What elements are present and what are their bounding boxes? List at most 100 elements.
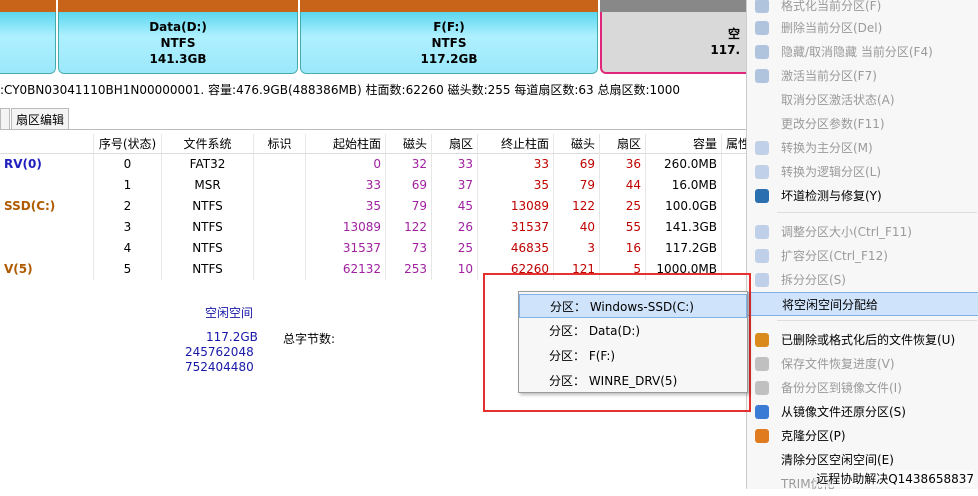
col-header[interactable]: 磁头 — [554, 134, 600, 155]
submenu-item[interactable]: 分区： WINRE_DRV(5) — [519, 369, 747, 393]
table-cell-size: 16.0MB — [646, 175, 722, 196]
menu-item[interactable]: 更改分区参数(F11) — [747, 112, 978, 136]
tab-partitions[interactable] — [0, 108, 10, 129]
partition-name: Data(D:) — [149, 19, 207, 34]
table-cell-es: 16 — [600, 238, 646, 259]
col-header[interactable]: 标识 — [254, 134, 306, 155]
menu-item-label: 格式化当前分区(F) — [781, 0, 882, 13]
table-cell-no: 4 — [94, 238, 162, 259]
menu-item-icon — [755, 381, 769, 395]
table-cell-fs: NTFS — [162, 217, 254, 238]
table-cell-no: 0 — [94, 154, 162, 175]
menu-item[interactable]: 扩容分区(Ctrl_F12) — [747, 244, 978, 268]
table-cell-ss: 10 — [432, 259, 478, 280]
table-cell-sc: 62132 — [306, 259, 386, 280]
menu-item[interactable]: 调整分区大小(Ctrl_F11) — [747, 220, 978, 244]
table-cell-es: 44 — [600, 175, 646, 196]
partition-size: 117. — [710, 43, 740, 57]
menu-item[interactable]: 转换为主分区(M) — [747, 136, 978, 160]
menu-item[interactable]: 保存文件恢复进度(V) — [747, 352, 978, 376]
submenu-item[interactable]: 分区： F(F:) — [519, 344, 747, 368]
table-row[interactable]: SSD(C:) 2 NTFS 35 79 45 13089 122 25 100.0GB — [0, 196, 750, 217]
menu-item[interactable]: 坏道检测与修复(Y) — [747, 184, 978, 208]
menu-item[interactable]: 隐藏/取消隐藏 当前分区(F4) — [747, 40, 978, 64]
table-cell-fs: MSR — [162, 175, 254, 196]
menu-item[interactable]: 转换为逻辑分区(L) — [747, 160, 978, 184]
col-header[interactable] — [0, 134, 94, 155]
col-header[interactable]: 终止柱面 — [478, 134, 554, 155]
table-cell-sh: 69 — [386, 175, 432, 196]
table-cell-flag — [254, 175, 306, 196]
col-header[interactable]: 磁头 — [386, 134, 432, 155]
table-cell-flag — [254, 154, 306, 175]
tab-sector-edit[interactable]: 扇区编辑 — [11, 108, 70, 129]
table-cell-no: 2 — [94, 196, 162, 217]
table-cell-no: 3 — [94, 217, 162, 238]
table-cell-eh: 79 — [554, 175, 600, 196]
menu-item[interactable]: 将空闲空间分配给 — [747, 292, 978, 316]
watermark: 远程协助解决Q1438658837 — [816, 470, 974, 487]
menu-item[interactable]: 取消分区激活状态(A) — [747, 88, 978, 112]
menu-item-label: 将空闲空间分配给 — [782, 298, 879, 312]
menu-item[interactable]: 清除分区空闲空间(E) — [747, 448, 978, 472]
table-cell-fs: FAT32 — [162, 154, 254, 175]
menu-item-label: 从镜像文件还原分区(S) — [781, 405, 906, 419]
tab-bar: 扇区编辑 — [0, 108, 750, 130]
table-cell-fs: NTFS — [162, 196, 254, 217]
table-cell-name: V(5) — [0, 259, 94, 280]
menu-item[interactable]: 删除当前分区(Del) — [747, 16, 978, 40]
menu-item-label: 清除分区空闲空间(E) — [781, 453, 894, 467]
menu-item[interactable]: 备份分区到镜像文件(I) — [747, 376, 978, 400]
menu-item-icon — [755, 165, 769, 179]
menu-item[interactable]: 激活当前分区(F7) — [747, 64, 978, 88]
table-header: 序号(状态) 文件系统 标识 起始柱面 磁头 扇区 终止柱面 磁头 扇区 容量 … — [0, 134, 750, 155]
col-header[interactable]: 起始柱面 — [306, 134, 386, 155]
table-cell-ec: 13089 — [478, 196, 554, 217]
table-row[interactable]: 1 MSR 33 69 37 35 79 44 16.0MB — [0, 175, 750, 196]
menu-item[interactable]: 克隆分区(P) — [747, 424, 978, 448]
partition-block-f[interactable]: F(F:) NTFS 117.2GB — [300, 0, 598, 74]
partition-block-left[interactable] — [0, 0, 56, 74]
menu-item[interactable]: 已删除或格式化后的文件恢复(U) — [747, 328, 978, 352]
menu-item-label: 扩容分区(Ctrl_F12) — [781, 249, 888, 263]
col-header[interactable]: 序号(状态) — [94, 134, 162, 155]
table-cell-sc: 13089 — [306, 217, 386, 238]
table-cell-es: 36 — [600, 154, 646, 175]
table-cell-es: 25 — [600, 196, 646, 217]
table-cell-no: 5 — [94, 259, 162, 280]
table-row[interactable]: 3 NTFS 13089 122 26 31537 40 55 141.3GB — [0, 217, 750, 238]
table-cell-es: 55 — [600, 217, 646, 238]
menu-item-icon — [755, 405, 769, 419]
menu-item-label: 拆分分区(S) — [781, 273, 846, 287]
menu-item-label: 激活当前分区(F7) — [781, 69, 877, 83]
table-row[interactable]: RV(0) 0 FAT32 0 32 33 33 69 36 260.0MB — [0, 154, 750, 175]
col-header[interactable]: 扇区 — [600, 134, 646, 155]
table-row[interactable]: 4 NTFS 31537 73 25 46835 3 16 117.2GB — [0, 238, 750, 259]
menu-item[interactable]: 从镜像文件还原分区(S) — [747, 400, 978, 424]
menu-item-icon — [755, 69, 769, 83]
menu-item-label: 保存文件恢复进度(V) — [781, 357, 895, 371]
menu-item-label: 备份分区到镜像文件(I) — [781, 381, 902, 395]
partition-block-free[interactable]: 空 117. — [600, 0, 760, 74]
table-cell-sc: 31537 — [306, 238, 386, 259]
table-cell-no: 1 — [94, 175, 162, 196]
col-header[interactable]: 扇区 — [432, 134, 478, 155]
table-cell-size: 100.0GB — [646, 196, 722, 217]
table-cell-ec: 35 — [478, 175, 554, 196]
col-header[interactable]: 文件系统 — [162, 134, 254, 155]
partition-block-data[interactable]: Data(D:) NTFS 141.3GB — [58, 0, 298, 74]
col-header[interactable]: 容量 — [646, 134, 722, 155]
total-bytes-label: 总字节数: — [283, 332, 336, 346]
submenu-item[interactable]: 分区： Windows-SSD(C:) — [519, 294, 747, 318]
menu-item-label: 隐藏/取消隐藏 当前分区(F4) — [781, 45, 933, 59]
table-cell-eh: 69 — [554, 154, 600, 175]
table-cell-flag — [254, 238, 306, 259]
table-cell-sc: 35 — [306, 196, 386, 217]
submenu-item[interactable]: 分区： Data(D:) — [519, 319, 747, 343]
menu-item-label: 取消分区激活状态(A) — [781, 93, 895, 107]
table-cell-ec: 46835 — [478, 238, 554, 259]
table-cell-sh: 122 — [386, 217, 432, 238]
menu-item[interactable]: 拆分分区(S) — [747, 268, 978, 292]
table-cell-size: 260.0MB — [646, 154, 722, 175]
free-space-label: 空闲空间 — [205, 306, 254, 320]
